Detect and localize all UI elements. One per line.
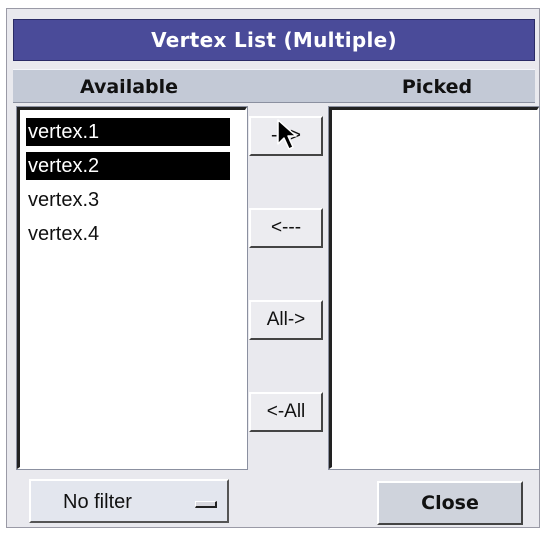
picked-column-header: Picked <box>401 76 473 98</box>
available-list-item-vertex-2[interactable]: vertex.2 <box>26 152 230 180</box>
available-list-item-vertex-4[interactable]: vertex.4 <box>26 220 230 248</box>
move-all-right-button[interactable]: All-> <box>249 300 323 340</box>
picked-list[interactable] <box>328 106 540 470</box>
close-button[interactable]: Close <box>377 481 523 525</box>
move-left-button[interactable]: <--- <box>249 208 323 248</box>
available-column-header: Available <box>79 76 179 98</box>
available-list[interactable]: vertex.1 vertex.2 vertex.3 vertex.4 <box>16 106 248 470</box>
column-header-row: Available Picked <box>13 69 535 103</box>
option-menu-indicator-icon <box>195 501 217 508</box>
window-title: Vertex List (Multiple) <box>13 19 535 61</box>
available-list-item-vertex-3[interactable]: vertex.3 <box>26 186 230 214</box>
move-all-left-button[interactable]: <-All <box>249 392 323 432</box>
filter-option-menu[interactable]: No filter <box>29 479 229 523</box>
move-right-button[interactable]: ---> <box>249 116 323 156</box>
filter-selected-value: No filter <box>63 491 132 513</box>
vertex-list-dialog: Vertex List (Multiple) Available Picked … <box>6 8 540 528</box>
available-list-item-vertex-1[interactable]: vertex.1 <box>26 118 230 146</box>
